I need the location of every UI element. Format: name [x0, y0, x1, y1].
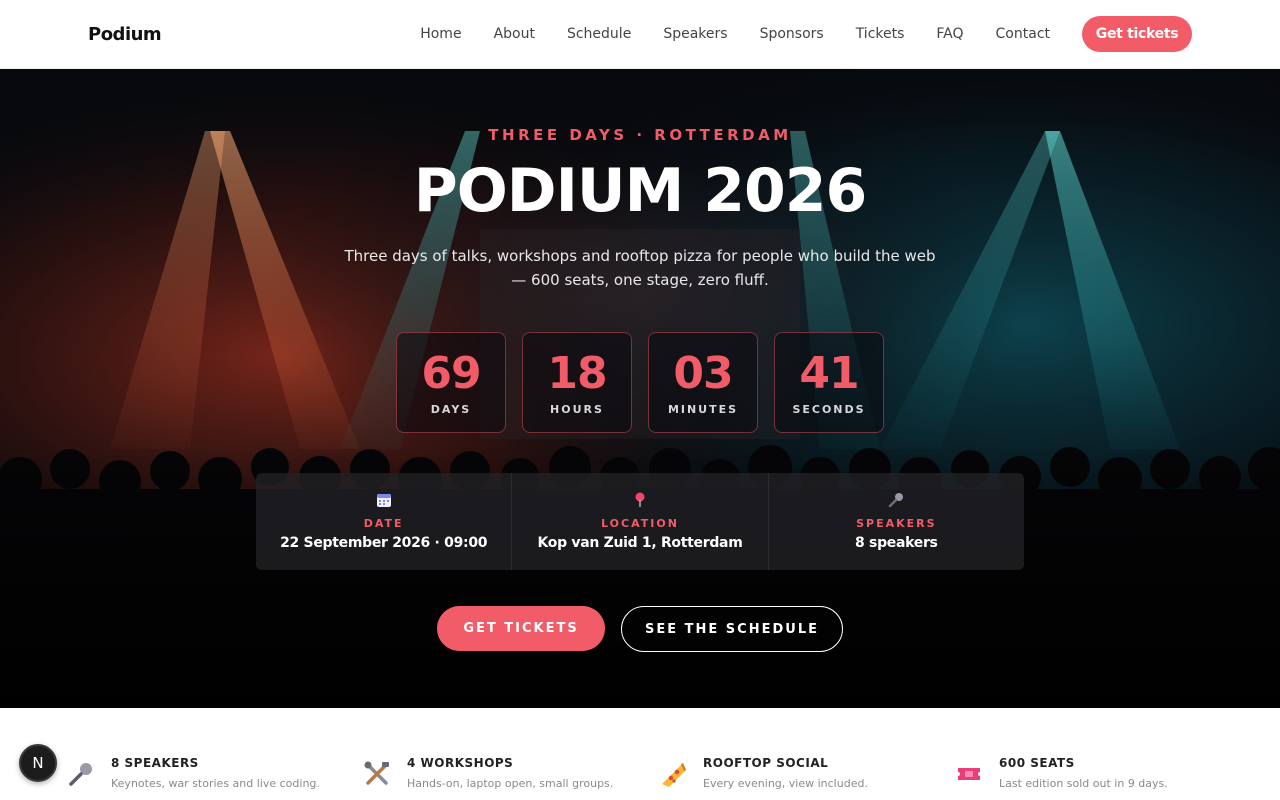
- info-label: DATE: [363, 517, 404, 530]
- countdown-seconds: 41 SECONDS: [774, 332, 884, 433]
- nextjs-dev-indicator-button[interactable]: N: [19, 744, 57, 782]
- feature-workshops: 4 WORKSHOPS Hands-on, laptop open, small…: [363, 756, 613, 790]
- microphone-icon: [67, 760, 95, 788]
- get-tickets-button[interactable]: GET TICKETS: [437, 606, 605, 651]
- feature-description: Every evening, view included.: [703, 777, 868, 790]
- hero-section: THREE DAYS · ROTTERDAM PODIUM 2026 Three…: [0, 69, 1280, 708]
- countdown-label: HOURS: [550, 403, 604, 416]
- info-label: SPEAKERS: [856, 517, 937, 530]
- location-pin-icon: [631, 491, 649, 509]
- nav-link-sponsors[interactable]: Sponsors: [760, 26, 824, 42]
- info-label: LOCATION: [601, 517, 679, 530]
- feature-title: ROOFTOP SOCIAL: [703, 756, 829, 770]
- info-location: LOCATION Kop van Zuid 1, Rotterdam: [512, 473, 769, 570]
- info-value: Kop van Zuid 1, Rotterdam: [537, 535, 743, 551]
- see-schedule-button[interactable]: SEE THE SCHEDULE: [621, 606, 843, 652]
- info-value: 22 September 2026 · 09:00: [280, 535, 488, 551]
- feature-speakers: 8 SPEAKERS Keynotes, war stories and liv…: [67, 756, 320, 790]
- countdown-hours: 18 HOURS: [522, 332, 632, 433]
- feature-title: 600 SEATS: [999, 756, 1075, 770]
- countdown-label: SECONDS: [792, 403, 866, 416]
- feature-title: 4 WORKSHOPS: [407, 756, 514, 770]
- nav-link-speakers[interactable]: Speakers: [663, 26, 727, 42]
- hero-cta-group: GET TICKETS SEE THE SCHEDULE: [437, 606, 843, 652]
- ticket-icon: [955, 760, 983, 788]
- hero-subtitle: Three days of talks, workshops and rooft…: [344, 247, 936, 289]
- feature-title: 8 SPEAKERS: [111, 756, 199, 770]
- hero-eyebrow: THREE DAYS · ROTTERDAM: [488, 126, 792, 144]
- feature-description: Last edition sold out in 9 days.: [999, 777, 1168, 790]
- feature-text: 4 WORKSHOPS Hands-on, laptop open, small…: [407, 756, 613, 790]
- brand-logo[interactable]: Podium: [88, 24, 162, 45]
- countdown-days: 69 DAYS: [396, 332, 506, 433]
- countdown-label: MINUTES: [667, 403, 739, 416]
- nav-links: Home About Schedule Speakers Sponsors Ti…: [420, 26, 1050, 42]
- countdown-value: 03: [673, 348, 733, 399]
- event-info-panel: DATE 22 September 2026 · 09:00 LOCATION …: [256, 473, 1024, 570]
- feature-description: Keynotes, war stories and live coding.: [111, 777, 320, 790]
- page-title: PODIUM 2026: [413, 156, 867, 226]
- feature-text: 600 SEATS Last edition sold out in 9 day…: [999, 756, 1168, 790]
- feature-description: Hands-on, laptop open, small groups.: [407, 777, 614, 790]
- microphone-icon: [887, 491, 905, 509]
- info-date: DATE 22 September 2026 · 09:00: [256, 473, 513, 570]
- countdown-timer: 69 DAYS 18 HOURS 03 MINUTES 41 SECONDS: [396, 332, 884, 433]
- nav-link-home[interactable]: Home: [420, 26, 461, 42]
- info-speakers: SPEAKERS 8 speakers: [769, 473, 1024, 570]
- countdown-label: DAYS: [430, 403, 472, 416]
- nav-link-about[interactable]: About: [494, 26, 535, 42]
- nav-link-contact[interactable]: Contact: [996, 26, 1050, 42]
- nav-link-schedule[interactable]: Schedule: [567, 26, 631, 42]
- pizza-icon: [659, 760, 687, 788]
- feature-text: ROOFTOP SOCIAL Every evening, view inclu…: [703, 756, 868, 790]
- countdown-value: 69: [421, 348, 481, 399]
- features-strip: 8 SPEAKERS Keynotes, war stories and liv…: [0, 708, 1280, 800]
- calendar-icon: [375, 491, 393, 509]
- countdown-minutes: 03 MINUTES: [648, 332, 758, 433]
- feature-rooftop: ROOFTOP SOCIAL Every evening, view inclu…: [659, 756, 868, 790]
- feature-seats: 600 SEATS Last edition sold out in 9 day…: [955, 756, 1168, 790]
- nav-link-faq[interactable]: FAQ: [936, 26, 963, 42]
- hero-content: THREE DAYS · ROTTERDAM PODIUM 2026 Three…: [0, 69, 1280, 708]
- countdown-value: 41: [799, 348, 859, 399]
- nav-link-tickets[interactable]: Tickets: [856, 26, 905, 42]
- get-tickets-nav-button[interactable]: Get tickets: [1082, 16, 1192, 52]
- tools-icon: [363, 760, 391, 788]
- countdown-value: 18: [547, 348, 607, 399]
- top-navigation: Podium Home About Schedule Speakers Spon…: [0, 0, 1280, 69]
- info-value: 8 speakers: [855, 535, 938, 551]
- feature-text: 8 SPEAKERS Keynotes, war stories and liv…: [111, 756, 320, 790]
